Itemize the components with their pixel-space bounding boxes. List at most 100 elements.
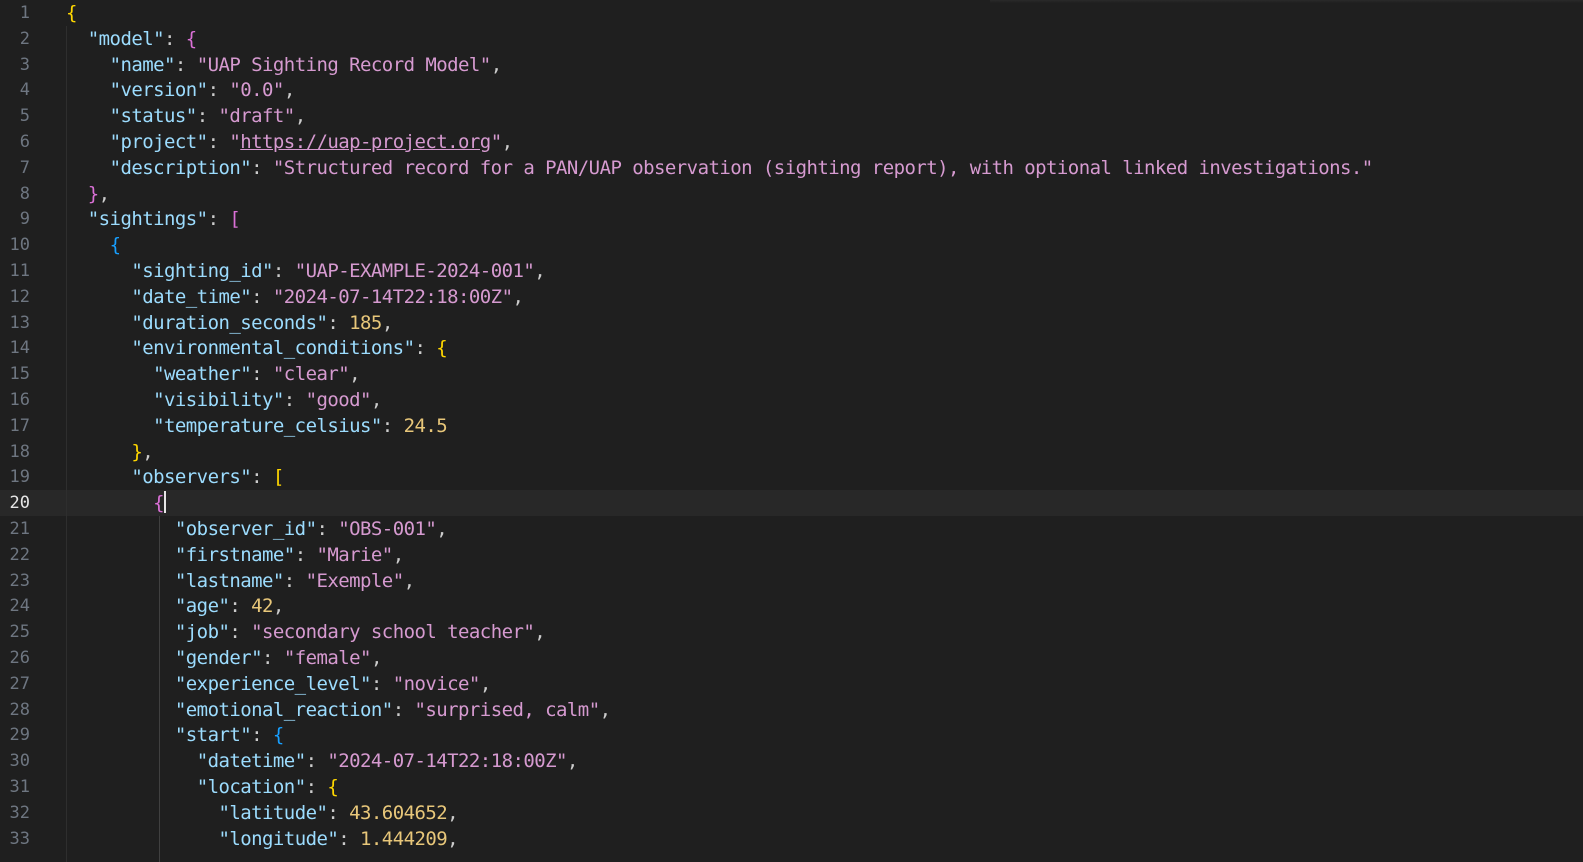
line-text[interactable]: { <box>66 0 77 26</box>
code-editor[interactable]: 1{2 "model": {3 "name": "UAP Sighting Re… <box>0 0 1583 862</box>
code-line[interactable]: 22 "firstname": "Marie", <box>0 542 1583 568</box>
line-number: 22 <box>9 544 30 565</box>
line-text[interactable]: "visibility": "good", <box>66 387 382 413</box>
line-text[interactable]: "temperature_celsius": 24.5 <box>66 413 448 439</box>
line-number: 26 <box>9 648 30 668</box>
line-number: 2 <box>19 28 30 49</box>
code-line[interactable]: 27 "experience_level": "novice", <box>0 671 1583 697</box>
line-text[interactable]: "name": "UAP Sighting Record Model", <box>66 52 503 78</box>
line-number: 27 <box>9 673 30 694</box>
line-text[interactable]: "location": { <box>66 774 339 800</box>
code-line[interactable]: 5 "status": "draft", <box>0 103 1583 129</box>
text-cursor <box>164 491 167 514</box>
line-number: 10 <box>9 235 30 256</box>
line-number: 15 <box>9 364 30 385</box>
code-line[interactable]: 3 "name": "UAP Sighting Record Model", <box>0 52 1583 78</box>
line-text[interactable]: "status": "draft", <box>66 103 307 129</box>
line-text[interactable]: "weather": "clear", <box>66 361 360 387</box>
code-line[interactable]: 12 "date_time": "2024-07-14T22:18:00Z", <box>0 284 1583 310</box>
code-line[interactable]: 33 "longitude": 1.444209, <box>0 826 1583 852</box>
line-number: 6 <box>19 132 30 152</box>
code-line[interactable]: 14 "environmental_conditions": { <box>0 335 1583 361</box>
code-line[interactable]: 11 "sighting_id": "UAP-EXAMPLE-2024-001"… <box>0 258 1583 284</box>
line-number: 12 <box>9 286 30 307</box>
line-text[interactable]: { <box>66 490 167 516</box>
line-text[interactable]: "model": { <box>66 26 197 52</box>
line-number: 13 <box>9 312 30 333</box>
code-line[interactable]: 28 "emotional_reaction": "surprised, cal… <box>0 697 1583 723</box>
line-number: 32 <box>9 802 30 823</box>
line-number: 28 <box>9 699 30 720</box>
code-line[interactable]: 24 "age": 42, <box>0 593 1583 619</box>
line-number: 29 <box>9 725 30 746</box>
code-line[interactable]: 19 "observers": [ <box>0 464 1583 490</box>
line-number: 14 <box>9 338 30 359</box>
code-line[interactable]: 32 "latitude": 43.604652, <box>0 800 1583 826</box>
line-number: 11 <box>9 261 30 281</box>
line-number: 5 <box>19 106 30 127</box>
line-text[interactable]: "start": { <box>66 722 284 748</box>
line-number: 16 <box>9 390 30 410</box>
code-line[interactable]: 20 { <box>0 490 1583 517</box>
indent-guide <box>66 25 67 862</box>
line-number: 8 <box>19 183 30 204</box>
line-number: 25 <box>9 622 30 643</box>
line-text[interactable]: "date_time": "2024-07-14T22:18:00Z", <box>66 284 524 310</box>
line-text[interactable]: "observers": [ <box>66 464 284 490</box>
line-text[interactable]: }, <box>66 439 153 465</box>
line-text[interactable]: "sightings": [ <box>66 206 241 232</box>
code-line[interactable]: 9 "sightings": [ <box>0 206 1583 232</box>
line-text[interactable]: "job": "secondary school teacher", <box>66 619 546 645</box>
code-line[interactable]: 23 "lastname": "Exemple", <box>0 568 1583 594</box>
line-text[interactable]: }, <box>66 181 110 207</box>
line-text[interactable]: "gender": "female", <box>66 645 382 671</box>
line-text[interactable]: "version": "0.0", <box>66 77 296 103</box>
code-line[interactable]: 30 "datetime": "2024-07-14T22:18:00Z", <box>0 748 1583 774</box>
line-text[interactable]: { <box>66 232 121 258</box>
line-text[interactable]: "firstname": "Marie", <box>66 542 404 568</box>
line-text[interactable]: "experience_level": "novice", <box>66 671 491 697</box>
line-number: 3 <box>19 54 30 75</box>
line-text[interactable]: "age": 42, <box>66 593 284 619</box>
line-text[interactable]: "datetime": "2024-07-14T22:18:00Z", <box>66 748 579 774</box>
line-text[interactable]: "description": "Structured record for a … <box>66 155 1374 181</box>
line-number: 20 <box>9 493 30 514</box>
line-number: 9 <box>19 209 30 230</box>
code-line[interactable]: 6 "project": "https://uap-project.org", <box>0 129 1583 155</box>
line-number: 7 <box>19 157 30 178</box>
code-line[interactable]: 4 "version": "0.0", <box>0 77 1583 103</box>
code-line[interactable]: 15 "weather": "clear", <box>0 361 1583 387</box>
line-number: 30 <box>9 751 30 772</box>
line-text[interactable]: "lastname": "Exemple", <box>66 568 415 594</box>
line-number: 18 <box>9 441 30 462</box>
code-line[interactable]: 29 "start": { <box>0 722 1583 748</box>
line-text[interactable]: "observer_id": "OBS-001", <box>66 516 448 542</box>
code-line[interactable]: 7 "description": "Structured record for … <box>0 155 1583 181</box>
line-text[interactable]: "duration_seconds": 185, <box>66 310 393 336</box>
line-number: 17 <box>9 415 30 436</box>
line-text[interactable]: "longitude": 1.444209, <box>66 826 458 852</box>
code-line[interactable]: 26 "gender": "female", <box>0 645 1583 671</box>
line-number: 31 <box>9 777 30 797</box>
code-line[interactable]: 25 "job": "secondary school teacher", <box>0 619 1583 645</box>
code-line[interactable]: 10 { <box>0 232 1583 258</box>
code-line[interactable]: 17 "temperature_celsius": 24.5 <box>0 413 1583 439</box>
line-number: 1 <box>19 3 30 23</box>
code-line[interactable]: 2 "model": { <box>0 26 1583 52</box>
line-text[interactable]: "emotional_reaction": "surprised, calm", <box>66 697 611 723</box>
line-text[interactable]: "environmental_conditions": { <box>66 335 447 361</box>
line-text[interactable]: "latitude": 43.604652, <box>66 800 458 826</box>
line-text[interactable]: "project": "https://uap-project.org", <box>66 129 513 155</box>
code-line[interactable]: 13 "duration_seconds": 185, <box>0 310 1583 336</box>
line-number: 4 <box>19 80 30 101</box>
code-line[interactable]: 21 "observer_id": "OBS-001", <box>0 516 1583 542</box>
code-line[interactable]: 8 }, <box>0 181 1583 207</box>
code-line[interactable]: 1{ <box>0 0 1583 26</box>
code-line[interactable]: 16 "visibility": "good", <box>0 387 1583 413</box>
code-line[interactable]: 18 }, <box>0 439 1583 465</box>
line-number: 21 <box>9 519 30 539</box>
line-text[interactable]: "sighting_id": "UAP-EXAMPLE-2024-001", <box>66 258 545 284</box>
code-line[interactable]: 31 "location": { <box>0 774 1583 800</box>
line-number: 33 <box>9 828 30 849</box>
line-number: 19 <box>9 467 30 488</box>
